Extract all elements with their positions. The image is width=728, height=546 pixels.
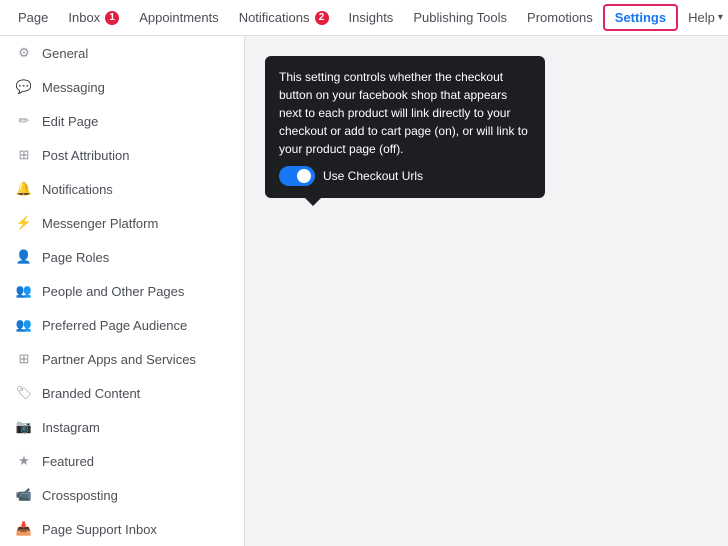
sidebar-item-messaging[interactable]: 💬 Messaging — [0, 70, 244, 104]
nav-promotions[interactable]: Promotions — [517, 2, 603, 33]
sidebar-item-people-other-pages[interactable]: 👥 People and Other Pages — [0, 274, 244, 308]
sidebar-item-post-attribution[interactable]: ⊞ Post Attribution — [0, 138, 244, 172]
nav-help[interactable]: Help ▾ — [678, 2, 728, 33]
inbox-badge: 1 — [105, 11, 119, 25]
star-icon: ★ — [16, 453, 32, 469]
gear-icon: ⚙ — [16, 45, 32, 61]
branded-content-icon: 🏷 — [16, 385, 32, 401]
bell-icon: 🔔 — [16, 181, 32, 197]
instagram-icon: 📷 — [16, 419, 32, 435]
toggle-row: Use Checkout Urls — [279, 166, 531, 186]
tooltip-text: This setting controls whether the checko… — [279, 68, 531, 158]
nav-publishing-tools[interactable]: Publishing Tools — [403, 2, 517, 33]
nav-inbox[interactable]: Inbox 1 — [58, 2, 129, 33]
messaging-icon: 💬 — [16, 79, 32, 95]
sidebar-item-notifications[interactable]: 🔔 Notifications — [0, 172, 244, 206]
nav-page[interactable]: Page — [8, 2, 58, 33]
inbox-icon: 📥 — [16, 521, 32, 537]
help-chevron-icon: ▾ — [718, 12, 723, 23]
sidebar-item-page-roles[interactable]: 👤 Page Roles — [0, 240, 244, 274]
sidebar-item-instagram[interactable]: 📷 Instagram — [0, 410, 244, 444]
partner-apps-icon: ⊞ — [16, 351, 32, 367]
toggle-label: Use Checkout Urls — [323, 167, 423, 185]
main-content: This setting controls whether the checko… — [245, 36, 728, 546]
settings-sidebar: ⚙ General 💬 Messaging ✏ Edit Page ⊞ Post… — [0, 36, 245, 546]
post-attribution-icon: ⊞ — [16, 147, 32, 163]
sidebar-item-messenger-platform[interactable]: ⚡ Messenger Platform — [0, 206, 244, 240]
page-layout: ⚙ General 💬 Messaging ✏ Edit Page ⊞ Post… — [0, 36, 728, 546]
sidebar-item-edit-page[interactable]: ✏ Edit Page — [0, 104, 244, 138]
sidebar-item-branded-content[interactable]: 🏷 Branded Content — [0, 376, 244, 410]
nav-notifications[interactable]: Notifications 2 — [229, 2, 339, 33]
notifications-badge: 2 — [315, 11, 329, 25]
audience-icon: 👥 — [16, 317, 32, 333]
people-icon: 👥 — [16, 283, 32, 299]
sidebar-item-featured[interactable]: ★ Featured — [0, 444, 244, 478]
top-navigation: Page Inbox 1 Appointments Notifications … — [0, 0, 728, 36]
person-icon: 👤 — [16, 249, 32, 265]
sidebar-item-page-support-inbox[interactable]: 📥 Page Support Inbox — [0, 512, 244, 546]
sidebar-item-partner-apps[interactable]: ⊞ Partner Apps and Services — [0, 342, 244, 376]
nav-insights[interactable]: Insights — [339, 2, 404, 33]
checkout-url-toggle[interactable] — [279, 166, 315, 186]
checkout-url-tooltip: This setting controls whether the checko… — [265, 56, 545, 198]
sidebar-item-crossposting[interactable]: 📹 Crossposting — [0, 478, 244, 512]
nav-settings[interactable]: Settings — [603, 4, 678, 31]
nav-appointments[interactable]: Appointments — [129, 2, 229, 33]
edit-icon: ✏ — [16, 113, 32, 129]
messenger-icon: ⚡ — [16, 215, 32, 231]
sidebar-item-general[interactable]: ⚙ General — [0, 36, 244, 70]
sidebar-item-preferred-page-audience[interactable]: 👥 Preferred Page Audience — [0, 308, 244, 342]
video-icon: 📹 — [16, 487, 32, 503]
